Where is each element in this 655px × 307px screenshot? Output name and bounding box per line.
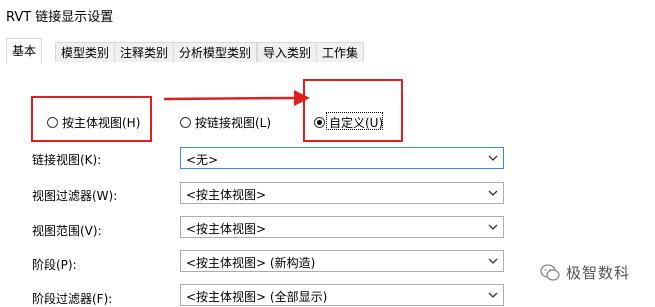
title-bar: RVT 链接显示设置 [0,0,655,34]
watermark: 极智数科 [540,262,630,283]
chevron-down-icon [488,224,498,230]
view-filter-value: <按主体视图> [186,188,267,202]
highlight-box-host-view [31,96,152,142]
linked-view-dropdown[interactable]: <无> [180,147,504,169]
phase-filter-label: 阶段过滤器(F): [32,292,113,306]
radio-by-linked-view[interactable]: 按链接视图(L) [180,114,271,131]
view-filter-dropdown[interactable]: <按主体视图> [180,182,504,204]
tab-strip: 基本 模型类别 注释类别 分析模型类别 导入类别 工作集 [0,34,655,64]
watermark-text: 极智数科 [566,264,631,282]
chevron-down-icon [488,190,498,196]
linked-view-value: <无> [186,153,219,167]
phase-value: <按主体视图> (新构造) [186,256,316,270]
chevron-down-icon [488,155,498,161]
view-range-value: <按主体视图> [186,222,267,236]
wechat-icon [540,263,560,281]
chevron-down-icon [488,292,498,298]
linked-view-label: 链接视图(K): [32,153,102,167]
view-range-dropdown[interactable]: <按主体视图> [180,216,504,238]
tab-basic[interactable]: 基本 [6,38,43,63]
radio-by-linked-view-label: 按链接视图(L) [195,116,272,130]
tab-analytical-model-categories[interactable]: 分析模型类别 [173,42,258,62]
tab-worksets[interactable]: 工作集 [316,42,365,62]
phase-label: 阶段(P): [32,258,77,272]
window-title: RVT 链接显示设置 [6,10,114,25]
view-range-label: 视图范围(V): [32,224,102,238]
tab-import-categories[interactable]: 导入类别 [257,42,318,62]
view-filter-label: 视图过滤器(W): [32,189,118,203]
radio-circle [180,117,191,128]
chevron-down-icon [488,258,498,264]
phase-filter-value: <按主体视图> (全部显示) [186,290,328,304]
phase-filter-dropdown[interactable]: <按主体视图> (全部显示) [180,284,504,306]
tab-model-categories[interactable]: 模型类别 [55,42,116,62]
arrow-icon [163,90,310,106]
tab-annotation-categories[interactable]: 注释类别 [114,42,175,62]
phase-dropdown[interactable]: <按主体视图> (新构造) [180,250,504,272]
